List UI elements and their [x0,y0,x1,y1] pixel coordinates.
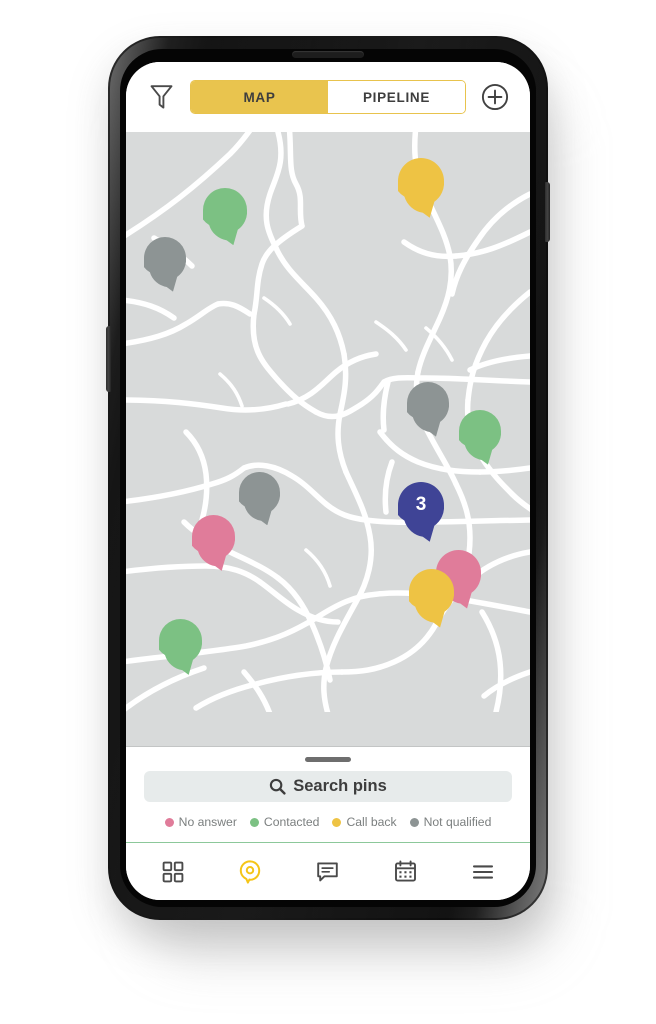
calendar-icon [395,860,417,882]
map-pin[interactable] [234,471,281,526]
filter-funnel-icon [150,85,172,109]
earpiece-speaker [292,51,364,58]
pin-status-legend: No answer Contacted Call back Not qualified [126,802,530,840]
bottom-nav-bar [126,842,530,900]
view-mode-segmented-control[interactable]: MAP PIPELINE [190,80,466,114]
legend-item[interactable]: No answer [164,815,237,829]
map-canvas[interactable]: 3 [126,132,530,746]
chat-icon [317,862,339,882]
nav-calendar[interactable] [383,849,429,895]
pin-shape-icon [187,515,236,571]
legend-item[interactable]: Contacted [249,815,320,829]
sheet-drag-handle[interactable] [305,756,351,762]
legend-label: Call back [346,815,397,829]
phone-device: MAP PIPELINE 3 Search pins No answer Con… [106,36,550,920]
nav-dashboard[interactable] [150,849,196,895]
search-input[interactable]: Search pins [144,771,512,802]
tab-pipeline[interactable]: PIPELINE [328,81,465,113]
search-placeholder-label: Search pins [293,777,387,795]
pin-shape-icon [234,471,281,526]
map-pin[interactable] [393,158,445,218]
sheet-drag-handle-area[interactable] [126,747,530,771]
map-pin-cluster[interactable]: 3 [393,482,445,542]
bottom-sheet: Search pins No answer Contacted Call back N… [126,746,530,842]
legend-color-dot [409,817,419,827]
plus-circle-icon [481,83,509,111]
hamburger-icon [473,864,494,879]
legend-label: No answer [178,815,237,829]
legend-label: Not qualified [423,815,492,829]
pin-shape-icon [404,569,455,628]
phone-left-side-button[interactable] [106,326,111,392]
map-pin[interactable] [454,410,502,465]
map-pin[interactable] [404,569,455,628]
filter-button[interactable] [142,78,180,116]
pin-shape-icon [198,188,248,246]
map-pin[interactable] [139,237,187,292]
search-icon [270,778,286,795]
pin-shape-icon [402,382,450,437]
pin-shape-icon [139,237,187,292]
pin-shape-icon [154,619,203,675]
nav-messages[interactable] [305,849,351,895]
legend-color-dot [332,817,342,827]
grid-icon [162,861,184,882]
nav-map[interactable] [227,849,273,895]
map-pin[interactable] [402,382,450,437]
map-pin[interactable] [187,515,236,571]
legend-item[interactable]: Not qualified [409,815,492,829]
legend-color-dot [164,817,174,827]
legend-item[interactable]: Call back [332,815,397,829]
pin-shape-icon [393,482,445,542]
pin-shape-icon [454,410,502,465]
nav-menu[interactable] [460,849,506,895]
map-pin[interactable] [198,188,248,246]
phone-right-side-button[interactable] [545,182,550,242]
pin-shape-icon [393,158,445,218]
add-button[interactable] [476,78,514,116]
legend-color-dot [249,817,259,827]
map-pin-icon [240,859,261,884]
tab-map[interactable]: MAP [191,81,328,113]
phone-screen: MAP PIPELINE 3 Search pins No answer Con… [126,62,530,900]
app-header: MAP PIPELINE [126,62,530,132]
map-pin[interactable] [154,619,203,675]
legend-label: Contacted [263,815,320,829]
